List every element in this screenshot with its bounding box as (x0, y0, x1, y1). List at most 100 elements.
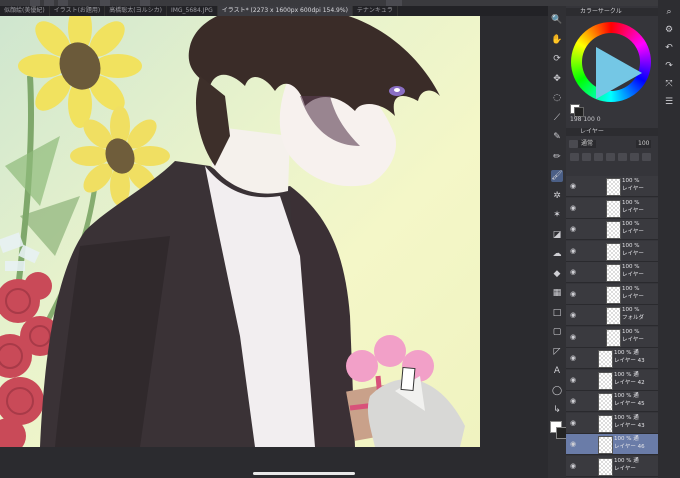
balloon-icon[interactable]: ◯ (551, 385, 563, 397)
move-icon[interactable]: ✥ (551, 73, 563, 85)
layer-row[interactable]: ◉ 100 % 通レイヤー 43 (566, 412, 658, 434)
layer-row[interactable]: ◉ 100 % 通レイヤー 43 (566, 348, 658, 369)
visibility-icon[interactable]: ◉ (570, 182, 578, 190)
layer-row[interactable]: ◉ 100 % 通レイヤー 45 (566, 391, 658, 412)
visibility-icon[interactable]: ◉ (570, 333, 578, 341)
artwork-canvas[interactable] (0, 16, 480, 447)
layer-opacity-label: 100 % 通 (614, 371, 639, 378)
visibility-icon[interactable]: ◉ (570, 440, 578, 448)
layer-thumbnail (598, 393, 613, 411)
brush-icon[interactable]: 🖌 (551, 170, 563, 182)
redo-icon[interactable]: ↷ (663, 60, 675, 72)
fill-icon[interactable]: ◆ (551, 268, 563, 280)
layer-opacity-field[interactable]: 100 (636, 140, 652, 148)
eraser-icon[interactable]: ◪ (551, 229, 563, 241)
layer-opacity-label: 100 % (622, 199, 640, 206)
layer-row[interactable]: ◉ 100 % レイヤー (566, 262, 658, 283)
color-wheel[interactable] (571, 22, 651, 102)
layer-thumbnail (606, 242, 621, 261)
layer-toolbar-button[interactable] (582, 153, 591, 161)
layer-panel-header: レイヤー (566, 128, 658, 136)
document-tab[interactable]: イラスト(お題用) (50, 6, 106, 16)
document-tab[interactable]: 高橋聡太(ヨルシカ) (105, 6, 167, 16)
eyedropper-icon[interactable]: ⟋ (551, 112, 563, 124)
layer-toolbar-button[interactable] (570, 153, 579, 161)
layer-name-label: レイヤー (622, 250, 644, 257)
settings-icon[interactable]: ⚙ (663, 24, 675, 36)
layer-row[interactable]: ◉ 100 % レイヤー (566, 240, 658, 262)
figure-icon[interactable]: □ (551, 307, 563, 319)
correct-line-icon[interactable]: ↳ (551, 404, 563, 416)
layer-opacity-label: 100 % 通 (614, 393, 639, 399)
layer-thumbnail (606, 221, 621, 239)
layer-opacity-label: 100 % (622, 242, 640, 249)
transform-icon[interactable]: ⤧ (663, 78, 675, 90)
document-tab[interactable]: IMG_5684.JPG (167, 6, 218, 16)
blend-icon[interactable]: ☁ (551, 248, 563, 260)
layer-name-label: レイヤー 42 (614, 379, 645, 386)
color-panel-title: カラーサークル (580, 8, 622, 15)
layer-row[interactable]: ◉ 100 % レイヤー (566, 176, 658, 197)
layer-thumbnail (606, 178, 621, 196)
text-icon[interactable]: A (551, 365, 563, 377)
visibility-icon[interactable]: ◉ (570, 462, 578, 470)
visibility-icon[interactable]: ◉ (570, 354, 578, 362)
hand-icon[interactable]: ✋ (551, 34, 563, 46)
visibility-icon[interactable]: ◉ (570, 225, 578, 233)
document-tab[interactable]: 似顔絵(美優紀) (0, 6, 50, 16)
layer-row[interactable]: ◉ 100 % レイヤー (566, 283, 658, 305)
document-tab[interactable]: テナンキュラ (353, 6, 398, 16)
rotate-icon[interactable]: ⟳ (551, 53, 563, 65)
airbrush-icon[interactable]: ✲ (551, 190, 563, 202)
frame-icon[interactable]: ▢ (551, 326, 563, 338)
layer-name-label: フォルダ (622, 315, 645, 321)
layer-toolbar-button[interactable] (630, 153, 639, 161)
color-readout: 198 100 0 (570, 116, 601, 123)
ruler-icon[interactable]: ◸ (551, 346, 563, 358)
layer-thumbnail (598, 371, 613, 390)
layer-name-label: レイヤー (622, 272, 644, 278)
layer-row[interactable]: ◉ 100 % フォルダ (566, 305, 658, 326)
layer-thumbnail (598, 414, 613, 433)
document-tabbar: 似顔絵(美優紀) イラスト(お題用) 高橋聡太(ヨルシカ) IMG_5684.J… (0, 6, 548, 16)
layer-toolbar-button[interactable] (618, 153, 627, 161)
layer-opacity-label: 100 % (622, 178, 640, 184)
color-swatches[interactable] (570, 104, 584, 117)
pencil-icon[interactable]: ✏ (551, 151, 563, 163)
decoration-icon[interactable]: ✶ (551, 209, 563, 221)
canvas-area[interactable] (0, 16, 548, 478)
visibility-icon[interactable]: ◉ (570, 268, 578, 276)
layer-panel-title: レイヤー (580, 128, 604, 135)
visibility-icon[interactable]: ◉ (570, 419, 578, 427)
visibility-icon[interactable]: ◉ (570, 376, 578, 384)
layer-toolbar-button[interactable] (606, 153, 615, 161)
layer-row[interactable]: ◉ 100 % 通レイヤー 46 (566, 434, 658, 455)
zoom-icon[interactable]: 🔍 (551, 14, 563, 26)
layer-opacity-label: 100 % (622, 285, 640, 292)
visibility-icon[interactable]: ◉ (570, 397, 578, 405)
search-icon[interactable]: ⌕ (663, 6, 675, 18)
layer-row[interactable]: ◉ 100 % レイヤー (566, 197, 658, 219)
document-tab-active[interactable]: イラスト* (2273 x 1600px 600dpi 154.9%) (217, 6, 353, 16)
layer-toolbar-button[interactable] (594, 153, 603, 161)
visibility-icon[interactable]: ◉ (570, 311, 578, 319)
layer-thumbnail (606, 285, 621, 304)
layer-row[interactable]: ◉ 100 % 通レイヤー (566, 455, 658, 477)
layer-row[interactable]: ◉ 100 % 通レイヤー 42 (566, 369, 658, 391)
visibility-icon[interactable]: ◉ (570, 290, 578, 298)
undo-icon[interactable]: ↶ (663, 42, 675, 54)
layer-toolbar-button[interactable] (569, 140, 578, 148)
layer-opacity-label: 100 % 通 (614, 414, 639, 421)
layer-list: ◉ 100 % レイヤー ◉ 100 % レイヤー ◉ 100 % レイヤー ◉ 100 % レイヤー… (566, 176, 658, 478)
pen-icon[interactable]: ✎ (551, 131, 563, 143)
lasso-icon[interactable]: ◌ (551, 92, 563, 104)
command-bar: ⌕ ⚙ ↶ ↷ ⤧ ☰ (658, 0, 680, 478)
visibility-icon[interactable]: ◉ (570, 247, 578, 255)
gradient-icon[interactable]: ▦ (551, 287, 563, 299)
delete-layer-button[interactable] (642, 153, 651, 161)
layer-row[interactable]: ◉ 100 % レイヤー (566, 219, 658, 240)
layer-row[interactable]: ◉ 100 % レイヤー (566, 326, 658, 348)
visibility-icon[interactable]: ◉ (570, 204, 578, 212)
layer-settings-icon[interactable]: ☰ (663, 96, 675, 108)
blend-mode-select[interactable]: 通常 (578, 140, 597, 148)
